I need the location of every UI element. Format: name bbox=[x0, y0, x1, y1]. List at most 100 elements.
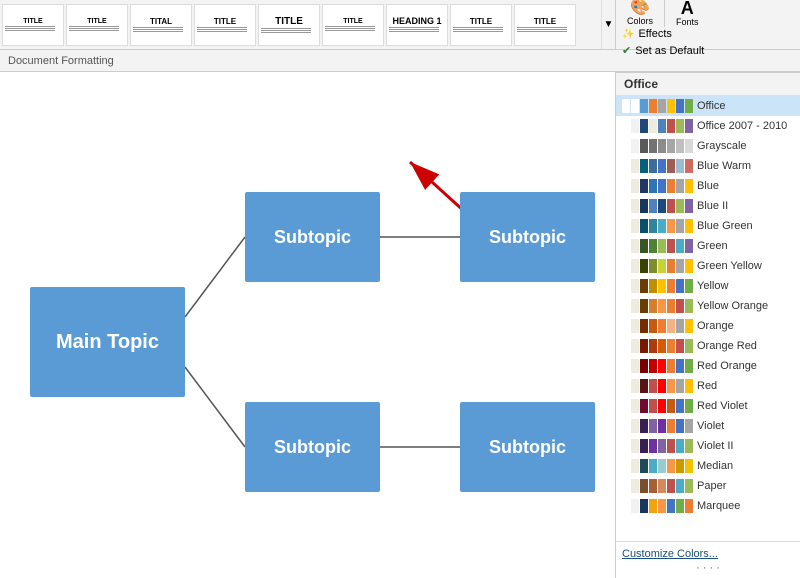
style-thumb-4[interactable]: Title bbox=[258, 4, 320, 46]
color-theme-label: Yellow Orange bbox=[697, 300, 768, 312]
color-swatch bbox=[685, 259, 693, 273]
color-theme-item[interactable]: Office bbox=[616, 96, 800, 116]
swatch-group bbox=[622, 99, 693, 113]
color-theme-item[interactable]: Green bbox=[616, 236, 800, 256]
color-theme-item[interactable]: Red Violet bbox=[616, 396, 800, 416]
swatch-group bbox=[622, 399, 693, 413]
style-thumb-1[interactable]: TITLE bbox=[66, 4, 128, 46]
color-swatch bbox=[649, 259, 657, 273]
dropdown-list[interactable]: Office Office 2007 - 2010 GrayscaleBlue Wa… bbox=[616, 96, 800, 541]
color-swatch bbox=[658, 299, 666, 313]
color-swatch bbox=[622, 499, 630, 513]
color-swatch bbox=[622, 319, 630, 333]
color-swatch bbox=[631, 379, 639, 393]
color-theme-item[interactable]: Red Orange bbox=[616, 356, 800, 376]
subtopic-2-label: Subtopic bbox=[489, 227, 566, 248]
color-theme-item[interactable]: Yellow bbox=[616, 276, 800, 296]
effects-row[interactable]: ✨ Effects bbox=[616, 26, 800, 42]
color-theme-item[interactable]: Green Yellow bbox=[616, 256, 800, 276]
style-thumb-7[interactable]: Title bbox=[450, 4, 512, 46]
color-swatch bbox=[649, 279, 657, 293]
set-default-label: Set as Default bbox=[635, 45, 704, 57]
color-swatch bbox=[676, 119, 684, 133]
color-swatch bbox=[676, 419, 684, 433]
ribbon-scroll-down[interactable]: ▼ bbox=[601, 0, 615, 49]
color-swatch bbox=[685, 279, 693, 293]
color-theme-item[interactable]: Office 2007 - 2010 bbox=[616, 116, 800, 136]
swatch-group bbox=[622, 279, 693, 293]
color-swatch bbox=[622, 219, 630, 233]
color-swatch bbox=[667, 499, 675, 513]
color-theme-item[interactable]: Blue II bbox=[616, 196, 800, 216]
color-swatch bbox=[667, 179, 675, 193]
color-swatch bbox=[658, 239, 666, 253]
style-thumb-2[interactable]: Tital bbox=[130, 4, 192, 46]
color-swatch bbox=[640, 379, 648, 393]
subtopic-4-label: Subtopic bbox=[489, 437, 566, 458]
color-swatch bbox=[676, 459, 684, 473]
style-thumb-8[interactable]: Title bbox=[514, 4, 576, 46]
dropdown-header: Office bbox=[616, 73, 800, 96]
color-theme-label: Office 2007 - 2010 bbox=[697, 120, 787, 132]
color-theme-item[interactable]: Blue Warm bbox=[616, 156, 800, 176]
color-swatch bbox=[631, 319, 639, 333]
color-theme-item[interactable]: Median bbox=[616, 456, 800, 476]
color-theme-label: Orange bbox=[697, 320, 734, 332]
swatch-group bbox=[622, 159, 693, 173]
style-thumb-3[interactable]: Title bbox=[194, 4, 256, 46]
color-swatch bbox=[658, 459, 666, 473]
color-swatch bbox=[631, 239, 639, 253]
mindmap: Main Topic Subtopic Subtopic Subtopic Su… bbox=[20, 132, 610, 572]
color-theme-item[interactable]: Orange bbox=[616, 316, 800, 336]
color-swatch bbox=[622, 479, 630, 493]
colors-button[interactable]: 🎨 Colors bbox=[620, 0, 660, 29]
color-swatch bbox=[640, 419, 648, 433]
color-swatch bbox=[685, 339, 693, 353]
color-theme-item[interactable]: Blue Green bbox=[616, 216, 800, 236]
dropdown-footer: Customize Colors... · · · · bbox=[616, 541, 800, 578]
color-theme-item[interactable]: Grayscale bbox=[616, 136, 800, 156]
color-swatch bbox=[667, 419, 675, 433]
swatch-group bbox=[622, 459, 693, 473]
color-swatch bbox=[658, 499, 666, 513]
swatch-group bbox=[622, 339, 693, 353]
style-thumb-6[interactable]: Heading 1 bbox=[386, 4, 448, 46]
color-swatch bbox=[676, 279, 684, 293]
color-swatch bbox=[676, 259, 684, 273]
color-swatch bbox=[676, 439, 684, 453]
swatch-group bbox=[622, 119, 693, 133]
color-swatch bbox=[676, 179, 684, 193]
customize-colors-link[interactable]: Customize Colors... bbox=[622, 546, 794, 562]
color-swatch bbox=[631, 299, 639, 313]
color-swatch bbox=[658, 399, 666, 413]
color-theme-item[interactable]: Violet II bbox=[616, 436, 800, 456]
color-swatch bbox=[649, 99, 657, 113]
color-swatch bbox=[676, 399, 684, 413]
color-theme-item[interactable]: Yellow Orange bbox=[616, 296, 800, 316]
color-swatch bbox=[658, 99, 666, 113]
color-swatch bbox=[631, 159, 639, 173]
subtopic-1-label: Subtopic bbox=[274, 227, 351, 248]
color-swatch bbox=[649, 219, 657, 233]
color-swatch bbox=[649, 359, 657, 373]
color-swatch bbox=[622, 259, 630, 273]
color-swatch bbox=[676, 339, 684, 353]
color-swatch bbox=[676, 139, 684, 153]
color-theme-item[interactable]: Red bbox=[616, 376, 800, 396]
style-thumb-0[interactable]: TITLE bbox=[2, 4, 64, 46]
color-theme-item[interactable]: Paper bbox=[616, 476, 800, 496]
color-swatch bbox=[640, 199, 648, 213]
color-theme-item[interactable]: Blue bbox=[616, 176, 800, 196]
color-swatch bbox=[631, 139, 639, 153]
set-default-row[interactable]: ✔ Set as Default bbox=[616, 42, 800, 59]
color-theme-item[interactable]: Violet bbox=[616, 416, 800, 436]
color-swatch bbox=[658, 319, 666, 333]
style-thumb-5[interactable]: TITLE bbox=[322, 4, 384, 46]
color-swatch bbox=[685, 399, 693, 413]
color-swatch bbox=[640, 459, 648, 473]
color-swatch bbox=[631, 439, 639, 453]
color-theme-label: Violet bbox=[697, 420, 724, 432]
subtopic-box-2: Subtopic bbox=[460, 192, 595, 282]
color-theme-item[interactable]: Orange Red bbox=[616, 336, 800, 356]
color-theme-item[interactable]: Marquee bbox=[616, 496, 800, 516]
